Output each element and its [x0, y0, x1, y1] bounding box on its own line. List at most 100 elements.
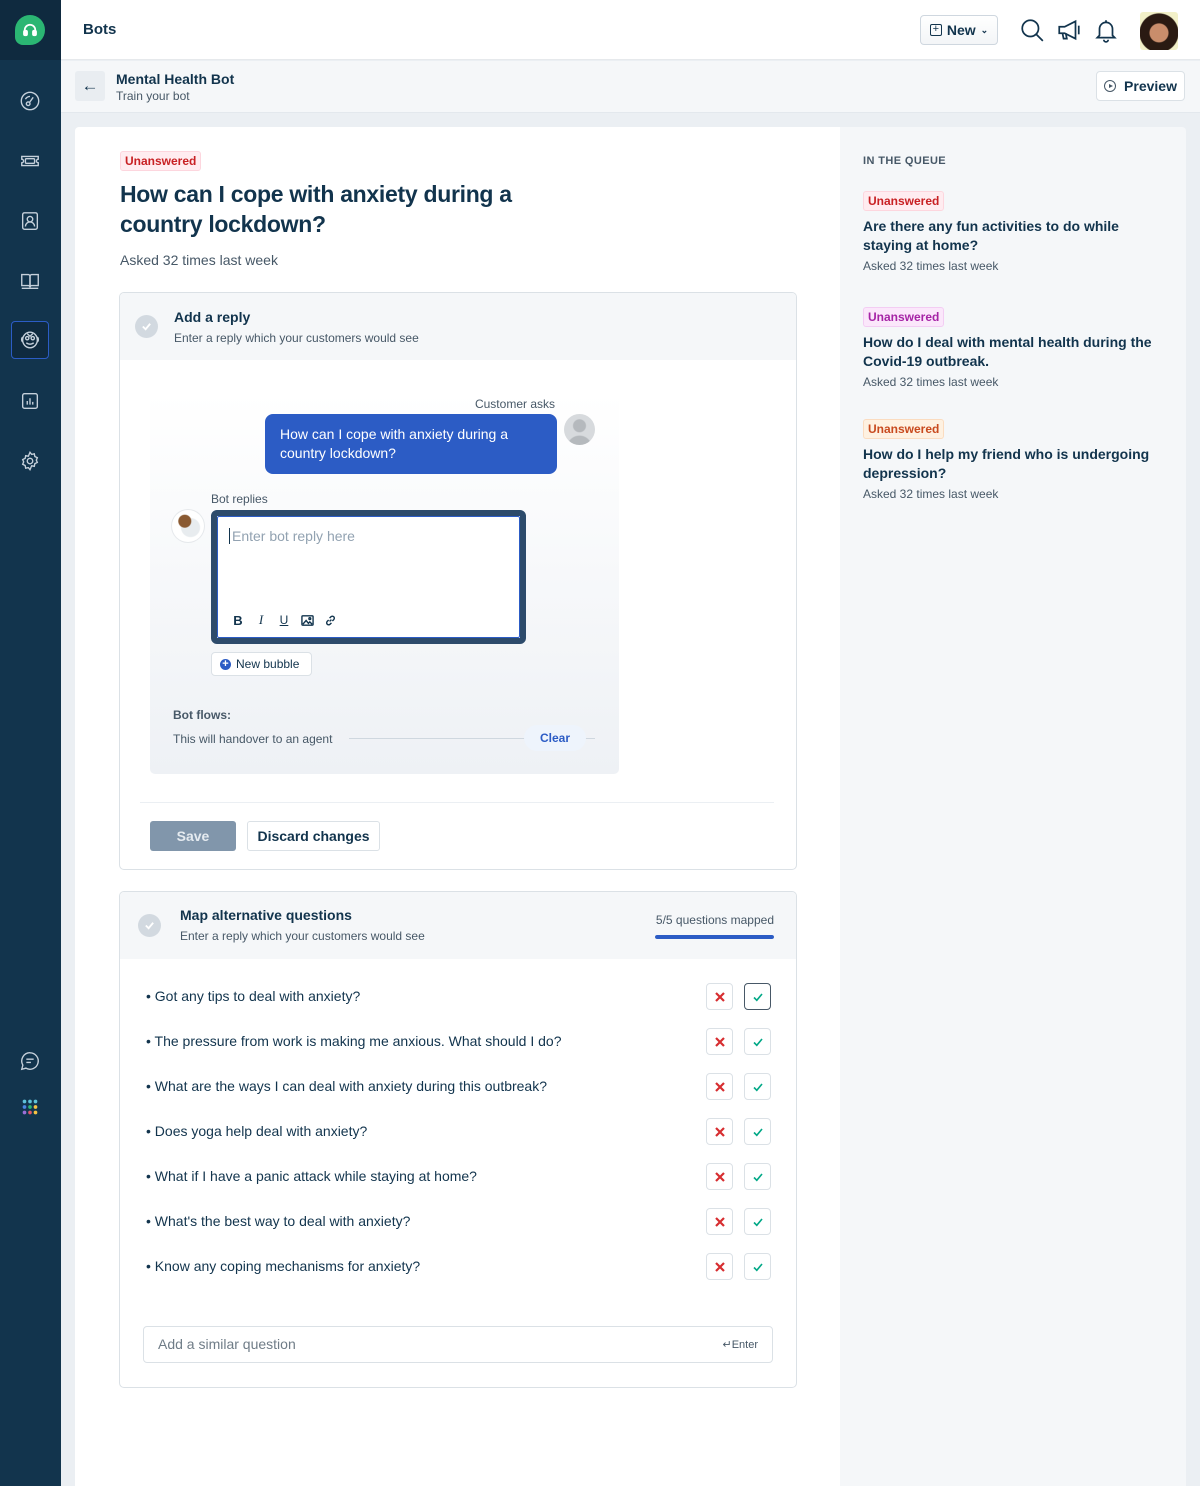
alternative-question-row: The pressure from work is making me anxi…	[120, 1019, 796, 1064]
close-icon	[714, 991, 725, 1002]
question-asked-count: Asked 32 times last week	[120, 252, 278, 268]
reject-question-button[interactable]	[706, 1163, 733, 1190]
check-icon	[752, 1217, 763, 1226]
gear-icon	[21, 450, 39, 472]
reject-question-button[interactable]	[706, 1028, 733, 1055]
user-avatar[interactable]	[1140, 12, 1178, 50]
bot-flows-label: Bot flows:	[173, 708, 231, 722]
ticket-icon	[21, 155, 39, 167]
queue-item-asked: Asked 32 times last week	[863, 259, 999, 273]
accept-question-button[interactable]	[744, 1028, 771, 1055]
editor-toolbar: B I U	[231, 612, 337, 628]
accept-question-button[interactable]	[744, 1073, 771, 1100]
close-icon	[714, 1171, 725, 1182]
sidebar-item-solutions[interactable]	[11, 262, 49, 300]
check-icon	[752, 992, 763, 1001]
chat-preview: Customer asks How can I cope with anxiet…	[150, 393, 619, 774]
accept-question-button[interactable]	[744, 1163, 771, 1190]
check-icon	[752, 1082, 763, 1091]
plus-circle-icon: +	[220, 658, 231, 670]
sidebar-item-apps[interactable]	[11, 1088, 49, 1126]
alternative-question-row: What's the best way to deal with anxiety…	[120, 1199, 796, 1244]
insert-image-button[interactable]	[300, 612, 314, 628]
bold-icon: B	[233, 612, 243, 628]
sidebar-item-bots[interactable]	[11, 321, 49, 359]
status-badge: Unanswered	[120, 151, 202, 171]
preview-label: Preview	[1124, 78, 1177, 94]
reject-question-button[interactable]	[706, 1118, 733, 1145]
sidebar-item-tickets[interactable]	[11, 142, 49, 180]
alternative-question-row: What if I have a panic attack while stay…	[120, 1154, 796, 1199]
notifications-button[interactable]	[1093, 17, 1119, 43]
back-button[interactable]: ←	[75, 71, 105, 101]
new-bubble-button[interactable]: + New bubble	[211, 652, 313, 676]
book-icon	[21, 273, 39, 290]
queue-item-title: How do I help my friend who is undergoin…	[863, 446, 1150, 481]
customer-avatar	[564, 414, 595, 445]
logo-area	[0, 0, 61, 60]
accept-question-button[interactable]	[744, 1253, 771, 1280]
similar-question-input[interactable]	[158, 1336, 698, 1352]
italic-button[interactable]: I	[254, 612, 268, 628]
chat-icon	[20, 1052, 39, 1071]
section-title: Map alternative questions	[180, 907, 352, 923]
alternative-questions-list: Got any tips to deal with anxiety? The pr…	[120, 974, 796, 1289]
alternative-question-row: Got any tips to deal with anxiety?	[120, 974, 796, 1019]
add-reply-header[interactable]: Add a reply Enter a reply which your cus…	[120, 293, 796, 360]
sidebar-item-contacts[interactable]	[11, 202, 49, 240]
check-icon	[752, 1172, 763, 1181]
new-button[interactable]: + New ⌄	[920, 15, 998, 45]
discard-changes-button[interactable]: Discard changes	[247, 821, 380, 851]
sidebar-item-reports[interactable]	[11, 382, 49, 420]
preview-button[interactable]: Preview	[1096, 71, 1185, 101]
save-button[interactable]: Save	[150, 821, 236, 851]
queue-item[interactable]: Unanswered Are there any fun activities …	[863, 191, 1168, 273]
section-subtitle: Enter a reply which your customers would…	[180, 929, 425, 943]
announcements-button[interactable]	[1056, 17, 1082, 43]
reject-question-button[interactable]	[706, 1073, 733, 1100]
new-button-label: New	[946, 22, 976, 38]
image-icon	[300, 614, 314, 626]
section-subtitle: Enter a reply which your customers would…	[174, 331, 419, 345]
queue-item[interactable]: Unanswered How do I deal with mental hea…	[863, 307, 1168, 389]
queue-panel: IN THE QUEUE Unanswered Are there any fu…	[840, 127, 1186, 1486]
plus-icon: +	[929, 24, 942, 36]
reject-question-button[interactable]	[706, 1253, 733, 1280]
clear-flow-button[interactable]: Clear	[524, 725, 586, 751]
map-questions-header[interactable]: Map alternative questions Enter a reply …	[120, 892, 796, 959]
reject-question-button[interactable]	[706, 983, 733, 1010]
customer-label: Customer asks	[474, 397, 555, 411]
close-icon	[714, 1126, 725, 1137]
queue-title: IN THE QUEUE	[863, 155, 947, 167]
alternative-question-text: The pressure from work is making me anxi…	[146, 1033, 562, 1049]
underline-button[interactable]: U	[277, 612, 291, 628]
alternative-question-text: What's the best way to deal with anxiety…	[146, 1213, 411, 1229]
accept-question-button[interactable]	[744, 1208, 771, 1235]
new-bubble-label: New bubble	[236, 657, 300, 671]
bold-button[interactable]: B	[231, 612, 245, 628]
search-button[interactable]	[1019, 17, 1045, 43]
italic-icon: I	[258, 612, 264, 627]
accept-question-button[interactable]	[744, 1118, 771, 1145]
accept-question-button[interactable]	[744, 983, 771, 1010]
check-icon	[752, 1262, 763, 1271]
chart-icon	[21, 392, 39, 410]
mapped-count: 5/5 questions mapped	[655, 913, 774, 927]
queue-item[interactable]: Unanswered How do I help my friend who i…	[863, 419, 1168, 501]
sidebar-item-admin[interactable]	[11, 442, 49, 480]
bot-reply-editor: B I U	[211, 510, 526, 644]
queue-item-asked: Asked 32 times last week	[863, 375, 999, 389]
contact-icon	[21, 212, 39, 230]
enter-hint: ↵Enter	[722, 1339, 758, 1351]
insert-link-button[interactable]	[323, 612, 337, 628]
check-circle-icon	[135, 315, 158, 338]
similar-question-field: ↵Enter	[143, 1326, 773, 1363]
sidebar-item-dashboard[interactable]	[11, 82, 49, 120]
sidebar-item-chat[interactable]	[11, 1042, 49, 1080]
headset-logo-icon[interactable]	[15, 15, 45, 45]
sidebar	[0, 0, 61, 1486]
apps-grid-icon	[22, 1099, 38, 1115]
bot-reply-input[interactable]	[229, 528, 509, 544]
queue-item-asked: Asked 32 times last week	[863, 487, 999, 501]
reject-question-button[interactable]	[706, 1208, 733, 1235]
